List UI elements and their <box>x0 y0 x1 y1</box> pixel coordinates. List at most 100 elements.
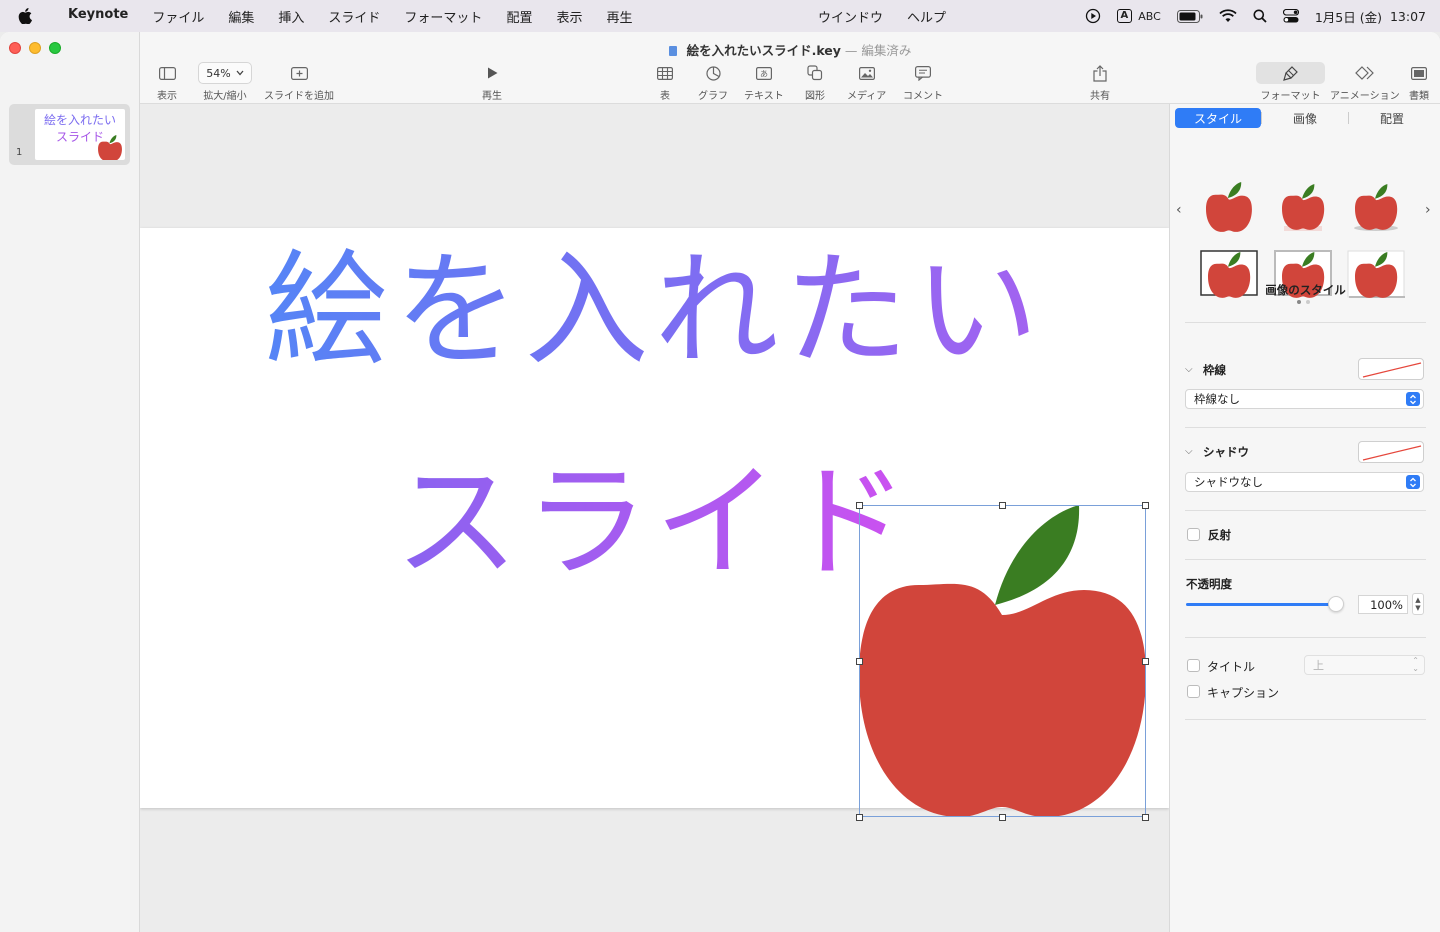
zoom-label: 拡大/縮小 <box>203 91 247 102</box>
image-style-swatch[interactable] <box>1274 182 1334 234</box>
slide-number: 1 <box>16 147 23 158</box>
menubar-time[interactable]: 13:07 <box>1390 9 1426 24</box>
shadow-chevron-icon[interactable]: ⌵ <box>1185 446 1193 457</box>
menu-arrange[interactable]: 配置 <box>494 7 544 26</box>
reflection-checkbox[interactable] <box>1187 528 1200 541</box>
format-inspector: スタイル 画像 配置 ‹ › 画像のスタイル ⌵ 枠線 枠線なし ⌵ シャドウ … <box>1169 104 1440 932</box>
view-button[interactable]: 表示 <box>157 62 177 102</box>
document-inspector-icon <box>1411 66 1427 80</box>
image-style-swatch[interactable] <box>1347 182 1407 234</box>
slide-navigator: 1 絵を入れたい スライド <box>0 32 140 932</box>
styles-next-arrow-icon[interactable]: › <box>1425 202 1431 218</box>
share-label: 共有 <box>1090 91 1110 102</box>
opacity-stepper[interactable]: ▲ ▼ <box>1412 593 1424 615</box>
view-label: 表示 <box>157 91 177 102</box>
chart-icon <box>705 65 721 81</box>
resize-handle-right[interactable] <box>1142 658 1149 665</box>
resize-handle-bottom-left[interactable] <box>856 814 863 821</box>
slide-canvas[interactable]: 絵を入れたい スライド <box>140 104 1169 932</box>
shadow-style-popup[interactable]: シャドウなし <box>1185 472 1424 492</box>
styles-prev-arrow-icon[interactable]: ‹ <box>1176 202 1182 218</box>
input-mode-badge: A <box>1116 9 1133 23</box>
media-label: メディア <box>847 91 887 102</box>
table-button[interactable]: 表 <box>657 62 673 102</box>
input-source-label: ABC <box>1138 9 1161 23</box>
title-position-value: 上 <box>1313 659 1324 672</box>
border-style-value: 枠線なし <box>1194 392 1240 406</box>
menu-insert[interactable]: 挿入 <box>266 7 316 26</box>
zoom-control[interactable]: 54% 拡大/縮小 <box>198 62 252 102</box>
resize-handle-top-left[interactable] <box>856 502 863 509</box>
slide-thumbnail[interactable]: 絵を入れたい スライド <box>35 109 125 160</box>
opacity-slider-track[interactable] <box>1186 603 1336 606</box>
tab-image[interactable]: 画像 <box>1262 108 1348 128</box>
paintbrush-icon <box>1283 65 1298 81</box>
resize-handle-bottom[interactable] <box>999 814 1006 821</box>
text-button[interactable]: あ テキスト <box>744 62 784 102</box>
share-icon <box>1093 64 1107 82</box>
comment-button[interactable]: コメント <box>903 62 943 102</box>
divider <box>1185 510 1426 511</box>
resize-handle-top[interactable] <box>999 502 1006 509</box>
divider <box>1185 427 1426 428</box>
play-button[interactable]: 再生 <box>482 62 502 102</box>
thumbnail-line1: 絵を入れたい <box>43 113 116 127</box>
control-center-icon[interactable] <box>1282 9 1299 23</box>
apple-menu-icon[interactable] <box>18 8 40 24</box>
menu-file[interactable]: ファイル <box>140 7 216 26</box>
border-color-well[interactable] <box>1358 358 1424 380</box>
add-slide-icon <box>290 66 308 80</box>
share-button[interactable]: 共有 <box>1090 62 1110 102</box>
menu-help[interactable]: ヘルプ <box>895 7 958 26</box>
styles-page-dots[interactable] <box>1297 300 1310 304</box>
resize-handle-bottom-right[interactable] <box>1142 814 1149 821</box>
text-box-icon: あ <box>755 66 772 80</box>
image-style-swatch[interactable] <box>1200 182 1260 234</box>
sidebar-view-icon <box>158 66 176 80</box>
border-style-popup[interactable]: 枠線なし <box>1185 389 1424 409</box>
resize-handle-top-right[interactable] <box>1142 502 1149 509</box>
menu-view[interactable]: 表示 <box>544 7 594 26</box>
menu-play[interactable]: 再生 <box>594 7 644 26</box>
opacity-value-field[interactable]: 100% <box>1358 595 1408 614</box>
format-button[interactable]: フォーマット <box>1256 62 1325 102</box>
image-styles-label: 画像のスタイル <box>1265 283 1346 297</box>
spotlight-search-icon[interactable] <box>1253 9 1267 23</box>
shape-button[interactable]: 図形 <box>805 62 825 102</box>
wifi-icon[interactable] <box>1219 9 1237 23</box>
battery-icon[interactable] <box>1176 9 1203 23</box>
minimize-window-button[interactable] <box>29 42 41 54</box>
selection-box <box>859 505 1146 817</box>
document-name[interactable]: 絵を入れたいスライド.key <box>687 43 841 58</box>
media-button[interactable]: メディア <box>847 62 886 102</box>
title-checkbox[interactable] <box>1187 659 1200 672</box>
tab-arrange[interactable]: 配置 <box>1349 108 1435 128</box>
border-chevron-icon[interactable]: ⌵ <box>1185 364 1193 375</box>
menu-window[interactable]: ウインドウ <box>806 7 895 26</box>
title-position-popup[interactable]: 上 ⌃ ⌄ <box>1304 655 1425 675</box>
animation-diamond-icon <box>1354 66 1374 80</box>
menu-edit[interactable]: 編集 <box>216 7 266 26</box>
menu-format[interactable]: フォーマット <box>392 7 494 26</box>
screen-recording-icon[interactable] <box>1085 8 1101 24</box>
add-slide-button[interactable]: スライドを追加 <box>264 62 334 102</box>
chart-button[interactable]: グラフ <box>698 62 728 102</box>
slide-title-line1[interactable]: 絵を入れたい <box>140 236 1169 386</box>
zoom-dropdown[interactable]: 54% <box>198 62 252 84</box>
menu-app-name[interactable]: Keynote <box>56 7 140 26</box>
animate-button[interactable]: アニメーション <box>1330 62 1400 102</box>
opacity-slider-knob[interactable] <box>1328 596 1344 612</box>
caption-checkbox[interactable] <box>1187 685 1200 698</box>
menu-slide[interactable]: スライド <box>316 7 392 26</box>
title-label: タイトル <box>1207 660 1256 674</box>
shadow-color-well[interactable] <box>1358 441 1424 463</box>
zoom-value: 54% <box>206 66 231 80</box>
close-window-button[interactable] <box>9 42 21 54</box>
divider <box>1185 322 1426 323</box>
document-button[interactable]: 書類 <box>1409 62 1429 102</box>
resize-handle-left[interactable] <box>856 658 863 665</box>
menubar-date[interactable]: 1月5日 (金) <box>1315 7 1382 26</box>
tab-style[interactable]: スタイル <box>1175 108 1261 128</box>
input-source-icon[interactable]: A ABC <box>1116 9 1161 23</box>
zoom-window-button[interactable] <box>49 42 61 54</box>
